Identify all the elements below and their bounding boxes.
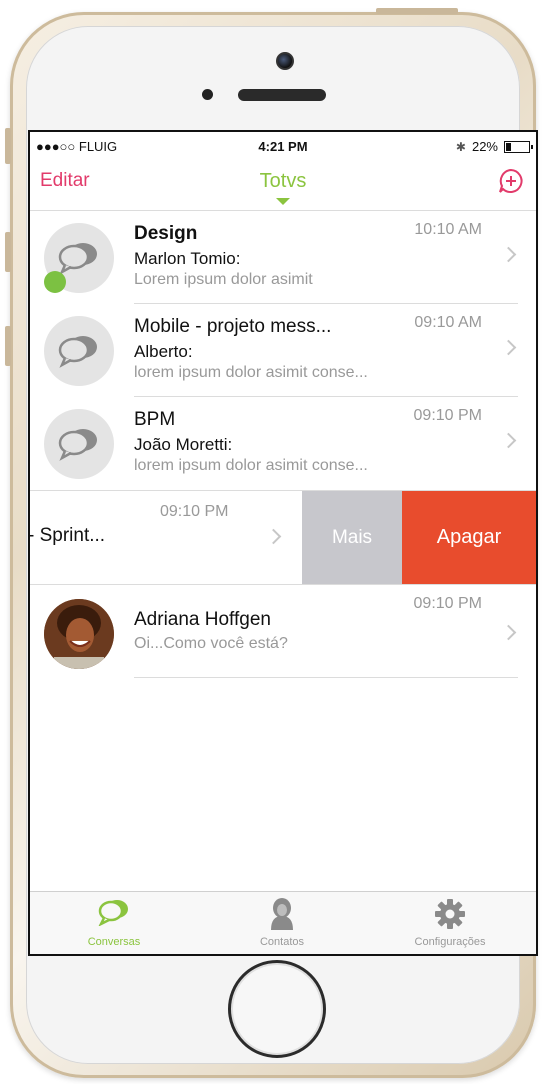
status-bar: ●●●○○ FLUIG 4:21 PM ✱ 22% <box>30 132 536 158</box>
chat-bubbles-icon <box>58 429 97 461</box>
chat-bubbles-icon <box>58 243 97 275</box>
mute-switch <box>5 128 11 164</box>
tab-bar: Conversas Contatos Configurações <box>30 891 536 954</box>
chevron-right-icon <box>265 528 282 545</box>
conversation-sender: Marlon Tomio: <box>134 249 241 268</box>
conversation-sender: Alberto: <box>134 342 193 361</box>
new-conversation-icon[interactable] <box>498 168 524 194</box>
conversation-time: 09:10 PM <box>413 407 482 424</box>
more-button[interactable]: Mais <box>302 491 402 584</box>
conversation-preview: lorem ipsum dolor asimit conse... <box>134 457 368 474</box>
battery-status: ✱ 22% <box>455 139 533 154</box>
conversations-icon <box>98 900 128 926</box>
tab-label: Conversas <box>87 936 141 948</box>
volume-down-button <box>5 326 11 366</box>
tab-configuracoes[interactable]: Configurações <box>366 892 534 954</box>
home-button[interactable] <box>228 960 326 1058</box>
conversation-time: 10:10 AM <box>414 221 482 238</box>
tab-label: Contatos <box>259 936 305 948</box>
contact-name: Adriana Hoffgen <box>134 609 271 630</box>
proximity-sensor <box>202 89 213 100</box>
group-chat-avatar <box>44 316 114 386</box>
chat-bubbles-icon <box>58 336 97 368</box>
contact-avatar <box>44 599 114 669</box>
front-camera <box>276 52 294 70</box>
person-photo-icon <box>44 599 114 669</box>
conversation-preview: lorem ipsum dolor asimit conse... <box>134 364 368 381</box>
conversation-row-sprint-swiped[interactable]: - Sprint... 09:10 PM Mais Apagar <box>30 490 536 585</box>
conversation-preview: Oi...Como você está? <box>134 635 288 652</box>
unread-indicator <box>44 271 66 293</box>
conversation-row-adriana[interactable]: Adriana Hoffgen Oi...Como você está? 09:… <box>30 585 536 678</box>
conversation-time: 09:10 PM <box>160 503 229 520</box>
chevron-right-icon <box>500 624 517 641</box>
chevron-right-icon <box>500 339 517 356</box>
tab-label: Configurações <box>414 936 486 948</box>
title-dropdown-caret-icon[interactable] <box>276 198 290 205</box>
navigation-bar: Editar Totvs <box>30 158 536 211</box>
conversation-row-design[interactable]: Design Marlon Tomio: Lorem ipsum dolor a… <box>30 211 536 304</box>
page-title[interactable]: Totvs <box>30 170 536 193</box>
delete-button[interactable]: Apagar <box>402 491 536 584</box>
conversation-title: - Sprint... <box>28 525 106 546</box>
volume-up-button <box>5 232 11 272</box>
conversation-time: 09:10 PM <box>413 595 482 612</box>
conversation-title: Mobile - projeto mess... <box>134 316 332 337</box>
tab-conversas[interactable]: Conversas <box>30 892 198 954</box>
group-chat-avatar <box>44 409 114 479</box>
conversation-row-mobile[interactable]: Mobile - projeto mess... Alberto: lorem … <box>30 304 536 397</box>
conversation-row-bpm[interactable]: BPM João Moretti: lorem ipsum dolor asim… <box>30 397 536 490</box>
conversation-title: Design <box>134 223 198 244</box>
battery-percent: 22% <box>471 139 498 154</box>
row-divider <box>134 677 518 678</box>
battery-icon <box>504 140 533 153</box>
conversation-preview: Lorem ipsum dolor asimit <box>134 271 313 288</box>
conversation-time: 09:10 AM <box>414 314 482 331</box>
chevron-right-icon <box>500 246 517 263</box>
power-button <box>376 8 458 14</box>
bluetooth-icon: ✱ <box>455 139 466 154</box>
phone-screen: ●●●○○ FLUIG 4:21 PM ✱ 22% Editar Totvs D… <box>28 130 538 956</box>
chevron-right-icon <box>500 432 517 449</box>
earpiece-speaker <box>238 89 326 101</box>
contact-icon <box>271 898 293 930</box>
gear-icon <box>435 899 465 929</box>
conversation-title: BPM <box>134 409 176 430</box>
conversation-sender: João Moretti: <box>134 435 233 454</box>
tab-contatos[interactable]: Contatos <box>198 892 366 954</box>
